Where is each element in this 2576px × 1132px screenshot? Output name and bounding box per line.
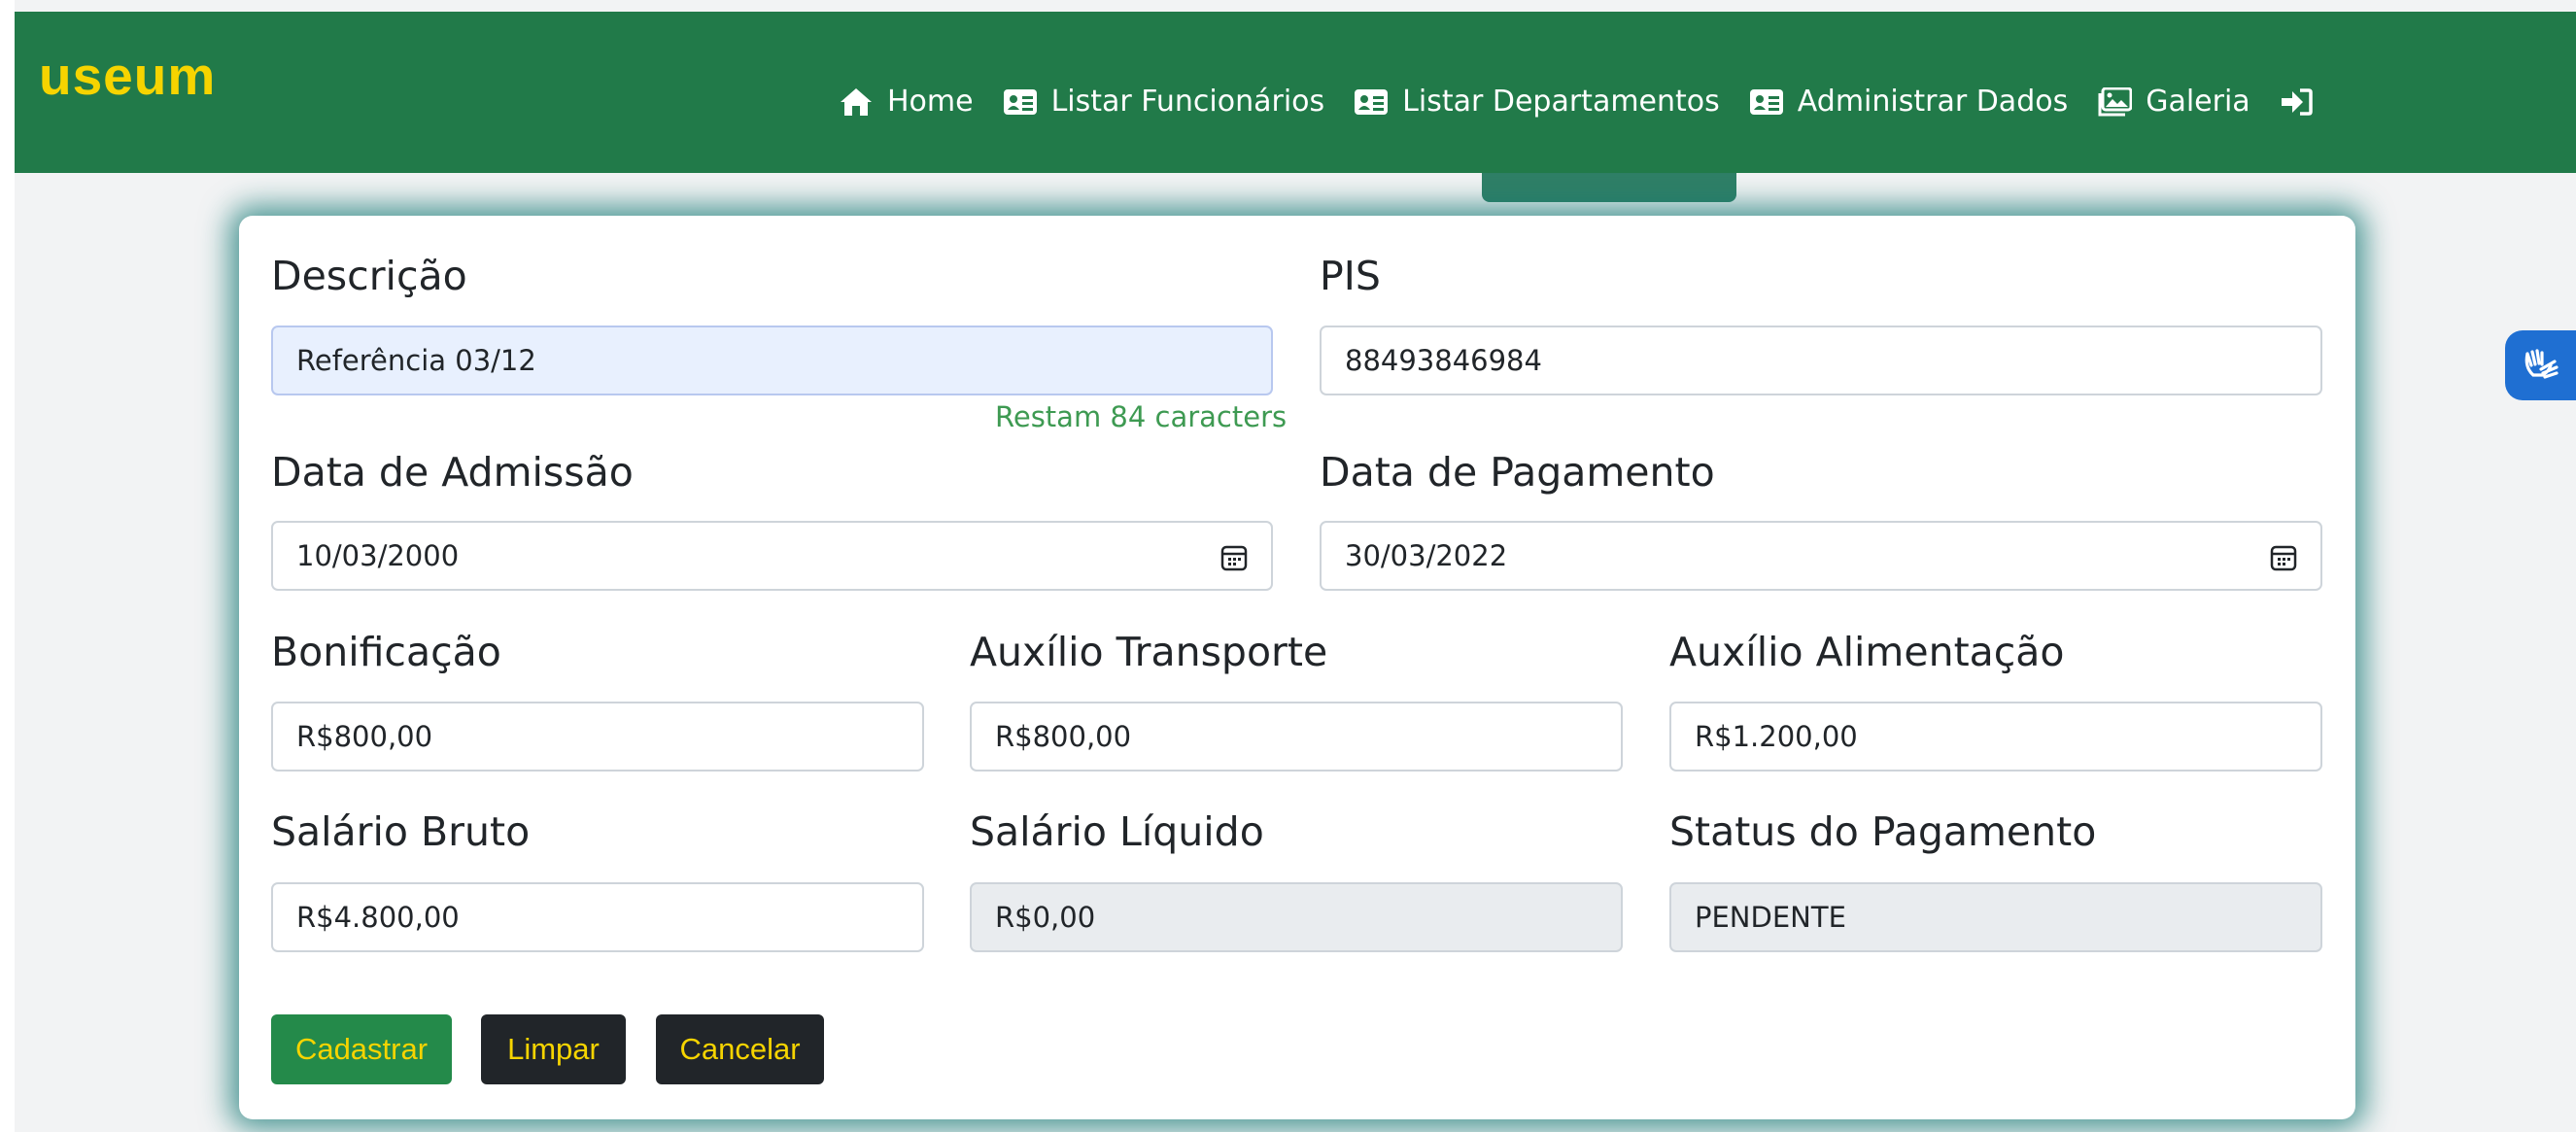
- nav-home[interactable]: Home: [839, 85, 974, 119]
- salario-bruto-value: R$4.800,00: [296, 901, 460, 934]
- salario-liquido-field: R$0,00: [970, 882, 1623, 952]
- pis-label: PIS: [1320, 253, 1381, 299]
- image-icon: [2098, 86, 2133, 116]
- sign-language-hands-icon: [2524, 349, 2559, 379]
- cancelar-button[interactable]: Cancelar: [656, 1014, 824, 1084]
- nav-employees-label: Listar Funcionários: [1050, 85, 1325, 119]
- id-card-icon: [1355, 88, 1389, 115]
- cadastrar-button[interactable]: Cadastrar: [271, 1014, 452, 1084]
- id-card-icon: [1003, 88, 1037, 115]
- sign-in-icon: [2281, 87, 2313, 116]
- nav-home-label: Home: [887, 85, 974, 119]
- descricao-input[interactable]: Referência 03/12: [271, 326, 1273, 395]
- pis-input[interactable]: 88493846984: [1320, 326, 2322, 395]
- limpar-button[interactable]: Limpar: [481, 1014, 626, 1084]
- auxilio-transporte-value: R$800,00: [995, 720, 1132, 753]
- calendar-icon[interactable]: [2270, 544, 2297, 571]
- nav-login[interactable]: [2280, 87, 2326, 117]
- status-pagamento-field: PENDENTE: [1669, 882, 2322, 952]
- auxilio-transporte-input[interactable]: R$800,00: [970, 702, 1623, 772]
- auxilio-alimentacao-value: R$1.200,00: [1695, 720, 1858, 753]
- data-admissao-input[interactable]: 10/03/2000: [271, 521, 1273, 591]
- nav-gallery-label: Galeria: [2146, 85, 2250, 119]
- nav-admin-label: Administrar Dados: [1797, 85, 2069, 119]
- data-admissao-label: Data de Admissão: [271, 449, 634, 496]
- salario-bruto-input[interactable]: R$4.800,00: [271, 882, 924, 952]
- status-pagamento-label: Status do Pagamento: [1669, 808, 2097, 855]
- status-pagamento-value: PENDENTE: [1695, 901, 1846, 934]
- data-pagamento-label: Data de Pagamento: [1320, 449, 1715, 496]
- nav-admin[interactable]: Administrar Dados: [1749, 85, 2068, 119]
- main-nav: Home Listar Funcionários Listar Departam…: [839, 85, 2355, 119]
- char-counter: Restam 84 caracters: [995, 400, 1288, 433]
- descricao-label: Descrição: [271, 253, 467, 299]
- calendar-icon[interactable]: [1220, 544, 1248, 571]
- bonificacao-label: Bonificação: [271, 629, 501, 675]
- data-pagamento-input[interactable]: 30/03/2022: [1320, 521, 2322, 591]
- auxilio-transporte-label: Auxílio Transporte: [970, 629, 1328, 675]
- top-navbar: useum Home Listar Funcionários Listar De…: [15, 12, 2576, 173]
- brand-logo[interactable]: useum: [39, 45, 216, 107]
- data-pagamento-value: 30/03/2022: [1345, 539, 1508, 572]
- auxilio-alimentacao-label: Auxílio Alimentação: [1669, 629, 2065, 675]
- bonificacao-input[interactable]: R$800,00: [271, 702, 924, 772]
- nav-gallery[interactable]: Galeria: [2097, 85, 2250, 119]
- descricao-value: Referência 03/12: [296, 344, 536, 377]
- home-icon: [841, 87, 872, 116]
- nav-employees[interactable]: Listar Funcionários: [1003, 85, 1325, 119]
- salario-liquido-value: R$0,00: [995, 901, 1096, 934]
- nav-departments[interactable]: Listar Departamentos: [1354, 85, 1720, 119]
- accessibility-widget-button[interactable]: [2505, 330, 2576, 400]
- bonificacao-value: R$800,00: [296, 720, 433, 753]
- nav-departments-label: Listar Departamentos: [1402, 85, 1720, 119]
- auxilio-alimentacao-input[interactable]: R$1.200,00: [1669, 702, 2322, 772]
- pis-value: 88493846984: [1345, 344, 1542, 377]
- left-edge: [0, 0, 15, 1132]
- data-admissao-value: 10/03/2000: [296, 539, 460, 572]
- payment-form-card: Descrição Referência 03/12 Restam 84 car…: [239, 216, 2355, 1119]
- id-card-icon: [1749, 88, 1783, 115]
- salario-liquido-label: Salário Líquido: [970, 808, 1264, 855]
- salario-bruto-label: Salário Bruto: [271, 808, 531, 855]
